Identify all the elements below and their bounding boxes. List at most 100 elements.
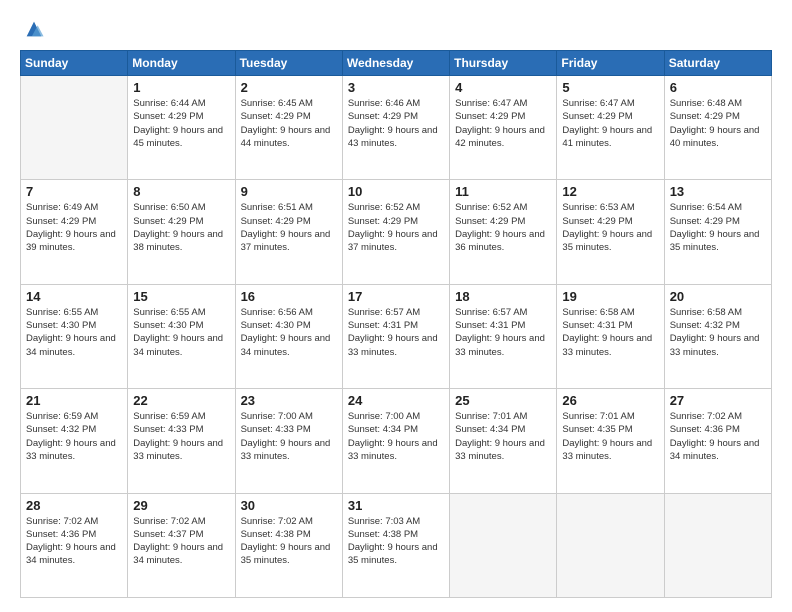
day-number: 11: [455, 184, 551, 199]
day-info: Sunrise: 6:55 AMSunset: 4:30 PMDaylight:…: [133, 306, 229, 359]
table-row: 3Sunrise: 6:46 AMSunset: 4:29 PMDaylight…: [342, 76, 449, 180]
weekday-sunday: Sunday: [21, 51, 128, 76]
day-number: 12: [562, 184, 658, 199]
day-info: Sunrise: 6:44 AMSunset: 4:29 PMDaylight:…: [133, 97, 229, 150]
table-row: [557, 493, 664, 597]
day-info: Sunrise: 6:56 AMSunset: 4:30 PMDaylight:…: [241, 306, 337, 359]
day-info: Sunrise: 7:03 AMSunset: 4:38 PMDaylight:…: [348, 515, 444, 568]
table-row: 24 Sunrise: 7:00 AMSunset: 4:34 PMDayligh…: [342, 389, 449, 493]
weekday-header-row: Sunday Monday Tuesday Wednesday Thursday…: [21, 51, 772, 76]
day-number: 27: [670, 393, 766, 408]
day-info: Sunrise: 6:50 AMSunset: 4:29 PMDaylight:…: [133, 201, 229, 254]
table-row: [450, 493, 557, 597]
table-row: 11 Sunrise: 6:52 AMSunset: 4:29 PMDayligh…: [450, 180, 557, 284]
day-info: Sunrise: 6:51 AMSunset: 4:29 PMDaylight:…: [241, 201, 337, 254]
table-row: 4 Sunrise: 6:47 AMSunset: 4:29 PMDaylight…: [450, 76, 557, 180]
day-info: Sunrise: 6:55 AMSunset: 4:30 PMDaylight:…: [26, 306, 122, 359]
day-info: Sunrise: 6:57 AMSunset: 4:31 PMDaylight:…: [348, 306, 444, 359]
table-row: 7 Sunrise: 6:49 AMSunset: 4:29 PMDaylight…: [21, 180, 128, 284]
weekday-saturday: Saturday: [664, 51, 771, 76]
day-number: 18: [455, 289, 551, 304]
table-row: 17Sunrise: 6:57 AMSunset: 4:31 PMDayligh…: [342, 284, 449, 388]
weekday-friday: Friday: [557, 51, 664, 76]
day-number: 6: [670, 80, 766, 95]
table-row: 5Sunrise: 6:47 AMSunset: 4:29 PMDaylight…: [557, 76, 664, 180]
table-row: 18 Sunrise: 6:57 AMSunset: 4:31 PMDayligh…: [450, 284, 557, 388]
day-info: Sunrise: 6:57 AMSunset: 4:31 PMDaylight:…: [455, 306, 551, 359]
day-info: Sunrise: 7:02 AMSunset: 4:38 PMDaylight:…: [241, 515, 337, 568]
day-info: Sunrise: 7:02 AMSunset: 4:36 PMDaylight:…: [26, 515, 122, 568]
day-info: Sunrise: 7:00 AMSunset: 4:33 PMDaylight:…: [241, 410, 337, 463]
table-row: 16 Sunrise: 6:56 AMSunset: 4:30 PMDayligh…: [235, 284, 342, 388]
table-row: 19 Sunrise: 6:58 AMSunset: 4:31 PMDayligh…: [557, 284, 664, 388]
day-info: Sunrise: 7:02 AMSunset: 4:37 PMDaylight:…: [133, 515, 229, 568]
day-number: 23: [241, 393, 337, 408]
day-number: 4: [455, 80, 551, 95]
day-info: Sunrise: 6:59 AMSunset: 4:33 PMDaylight:…: [133, 410, 229, 463]
table-row: 31 Sunrise: 7:03 AMSunset: 4:38 PMDayligh…: [342, 493, 449, 597]
table-row: 6 Sunrise: 6:48 AMSunset: 4:29 PMDaylight…: [664, 76, 771, 180]
day-number: 30: [241, 498, 337, 513]
table-row: 27 Sunrise: 7:02 AMSunset: 4:36 PMDayligh…: [664, 389, 771, 493]
table-row: 25 Sunrise: 7:01 AMSunset: 4:34 PMDayligh…: [450, 389, 557, 493]
day-info: Sunrise: 7:01 AMSunset: 4:34 PMDaylight:…: [455, 410, 551, 463]
day-number: 7: [26, 184, 122, 199]
day-info: Sunrise: 6:52 AMSunset: 4:29 PMDaylight:…: [348, 201, 444, 254]
day-number: 29: [133, 498, 229, 513]
table-row: 10 Sunrise: 6:52 AMSunset: 4:29 PMDayligh…: [342, 180, 449, 284]
table-row: 29 Sunrise: 7:02 AMSunset: 4:37 PMDayligh…: [128, 493, 235, 597]
table-row: 12Sunrise: 6:53 AMSunset: 4:29 PMDayligh…: [557, 180, 664, 284]
day-info: Sunrise: 7:02 AMSunset: 4:36 PMDaylight:…: [670, 410, 766, 463]
day-number: 22: [133, 393, 229, 408]
weekday-thursday: Thursday: [450, 51, 557, 76]
day-info: Sunrise: 7:01 AMSunset: 4:35 PMDaylight:…: [562, 410, 658, 463]
calendar-week-row: 28 Sunrise: 7:02 AMSunset: 4:36 PMDayligh…: [21, 493, 772, 597]
day-number: 2: [241, 80, 337, 95]
day-info: Sunrise: 7:00 AMSunset: 4:34 PMDaylight:…: [348, 410, 444, 463]
calendar-week-row: 1 Sunrise: 6:44 AMSunset: 4:29 PMDaylight…: [21, 76, 772, 180]
table-row: 13 Sunrise: 6:54 AMSunset: 4:29 PMDayligh…: [664, 180, 771, 284]
day-number: 19: [562, 289, 658, 304]
table-row: 2 Sunrise: 6:45 AMSunset: 4:29 PMDaylight…: [235, 76, 342, 180]
day-info: Sunrise: 6:49 AMSunset: 4:29 PMDaylight:…: [26, 201, 122, 254]
table-row: [21, 76, 128, 180]
calendar-page: Sunday Monday Tuesday Wednesday Thursday…: [0, 0, 792, 612]
day-info: Sunrise: 6:54 AMSunset: 4:29 PMDaylight:…: [670, 201, 766, 254]
weekday-tuesday: Tuesday: [235, 51, 342, 76]
table-row: 22 Sunrise: 6:59 AMSunset: 4:33 PMDayligh…: [128, 389, 235, 493]
weekday-monday: Monday: [128, 51, 235, 76]
day-number: 1: [133, 80, 229, 95]
day-info: Sunrise: 6:58 AMSunset: 4:31 PMDaylight:…: [562, 306, 658, 359]
day-number: 5: [562, 80, 658, 95]
table-row: [664, 493, 771, 597]
calendar-week-row: 14 Sunrise: 6:55 AMSunset: 4:30 PMDayligh…: [21, 284, 772, 388]
logo-icon: [23, 18, 45, 40]
table-row: 26Sunrise: 7:01 AMSunset: 4:35 PMDayligh…: [557, 389, 664, 493]
table-row: 9Sunrise: 6:51 AMSunset: 4:29 PMDaylight…: [235, 180, 342, 284]
table-row: 21 Sunrise: 6:59 AMSunset: 4:32 PMDayligh…: [21, 389, 128, 493]
day-number: 14: [26, 289, 122, 304]
day-number: 13: [670, 184, 766, 199]
day-number: 8: [133, 184, 229, 199]
day-number: 24: [348, 393, 444, 408]
header: [20, 18, 772, 40]
day-number: 15: [133, 289, 229, 304]
logo: [20, 18, 45, 40]
day-number: 21: [26, 393, 122, 408]
day-number: 31: [348, 498, 444, 513]
day-info: Sunrise: 6:59 AMSunset: 4:32 PMDaylight:…: [26, 410, 122, 463]
table-row: 14 Sunrise: 6:55 AMSunset: 4:30 PMDayligh…: [21, 284, 128, 388]
day-number: 25: [455, 393, 551, 408]
calendar-week-row: 21 Sunrise: 6:59 AMSunset: 4:32 PMDayligh…: [21, 389, 772, 493]
weekday-wednesday: Wednesday: [342, 51, 449, 76]
day-info: Sunrise: 6:45 AMSunset: 4:29 PMDaylight:…: [241, 97, 337, 150]
day-number: 10: [348, 184, 444, 199]
calendar-week-row: 7 Sunrise: 6:49 AMSunset: 4:29 PMDaylight…: [21, 180, 772, 284]
day-info: Sunrise: 6:48 AMSunset: 4:29 PMDaylight:…: [670, 97, 766, 150]
day-number: 16: [241, 289, 337, 304]
day-info: Sunrise: 6:52 AMSunset: 4:29 PMDaylight:…: [455, 201, 551, 254]
day-number: 20: [670, 289, 766, 304]
day-number: 28: [26, 498, 122, 513]
day-info: Sunrise: 6:47 AMSunset: 4:29 PMDaylight:…: [455, 97, 551, 150]
day-info: Sunrise: 6:46 AMSunset: 4:29 PMDaylight:…: [348, 97, 444, 150]
